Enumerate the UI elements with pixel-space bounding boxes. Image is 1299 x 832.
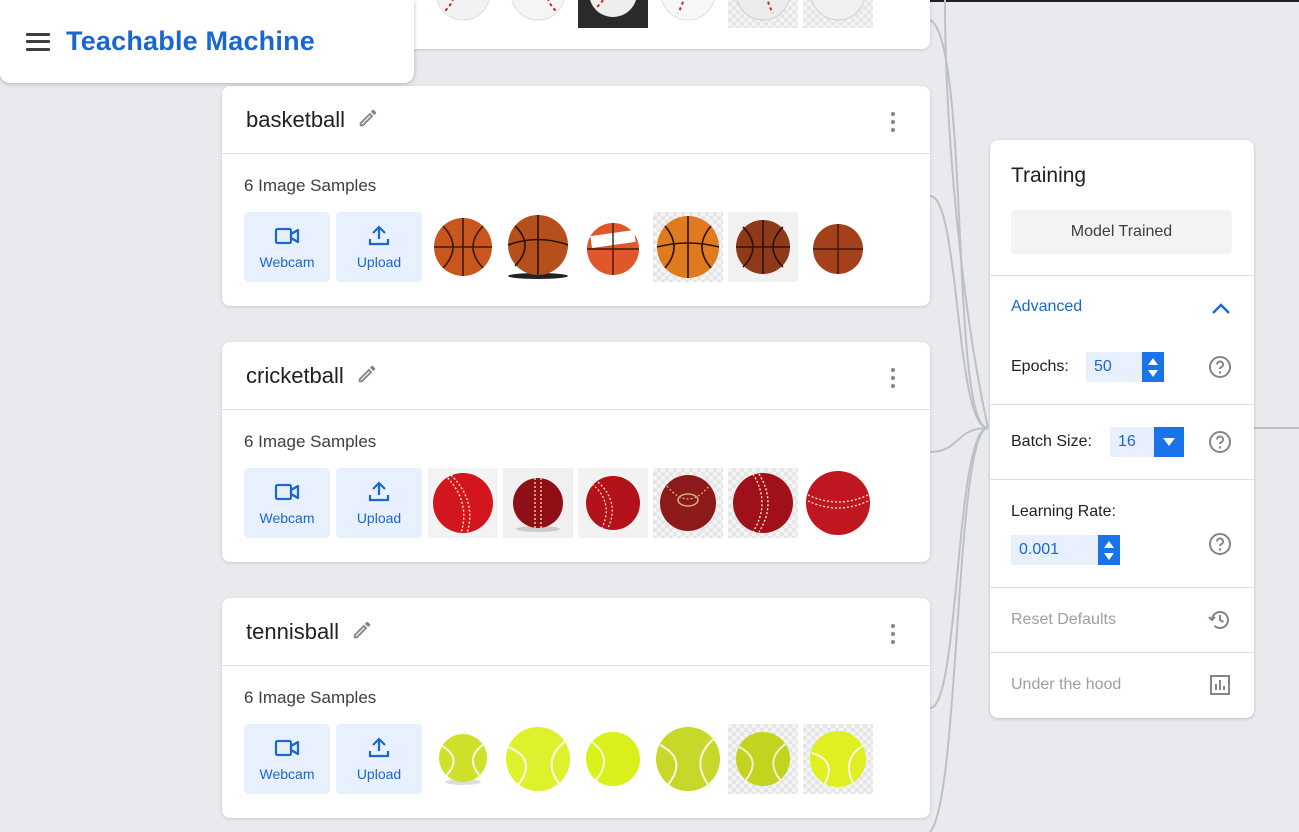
learning-rate-stepper[interactable] [1098, 535, 1120, 565]
sample-thumbnail[interactable] [503, 468, 573, 538]
upload-icon [368, 737, 390, 758]
under-the-hood-button[interactable]: Under the hood [1011, 676, 1121, 694]
train-model-button[interactable]: Model Trained [1011, 210, 1232, 254]
webcam-button[interactable]: Webcam [244, 212, 330, 282]
app-title[interactable]: Teachable Machine [66, 26, 315, 57]
divider [990, 404, 1254, 405]
divider [990, 479, 1254, 480]
class-name[interactable]: tennisball [246, 619, 339, 645]
divider [990, 587, 1254, 588]
sample-thumbnail[interactable] [653, 0, 723, 28]
webcam-label: Webcam [259, 510, 315, 526]
sample-thumbnail[interactable] [578, 212, 648, 282]
bar-chart-icon[interactable] [1208, 673, 1232, 697]
epochs-input[interactable]: 50 [1086, 352, 1142, 382]
class-card-tennisball: tennisball 6 Image Samples Webcam Upload [222, 598, 930, 818]
class-card-basketball: basketball 6 Image Samples Webcam Upload [222, 86, 930, 306]
sample-thumbnail[interactable] [503, 212, 573, 282]
sample-thumbnail[interactable] [728, 468, 798, 538]
sample-thumbnail[interactable] [428, 0, 498, 28]
divider [990, 275, 1254, 276]
upload-label: Upload [356, 510, 402, 526]
sample-thumbnail[interactable] [428, 468, 498, 538]
advanced-toggle[interactable]: Advanced [1011, 298, 1082, 316]
class-card-header: basketball [222, 86, 930, 154]
divider [990, 652, 1254, 653]
chevron-up-icon[interactable] [1210, 300, 1232, 316]
upload-icon [368, 481, 390, 502]
more-options-icon[interactable] [886, 368, 900, 388]
menu-icon[interactable] [26, 32, 50, 51]
sample-thumbnail[interactable] [578, 468, 648, 538]
edit-pencil-icon[interactable] [356, 363, 378, 385]
epochs-stepper[interactable] [1142, 352, 1164, 382]
dropdown-arrow-icon[interactable] [1154, 427, 1184, 457]
class-card-header: cricketball [222, 342, 930, 410]
webcam-label: Webcam [259, 254, 315, 270]
more-options-icon[interactable] [886, 624, 900, 644]
sample-count: 6 Image Samples [244, 176, 377, 195]
sample-thumbnail[interactable] [803, 0, 873, 28]
top-border-line [930, 0, 1299, 2]
upload-label: Upload [356, 766, 402, 782]
more-options-icon[interactable] [886, 112, 900, 132]
webcam-button[interactable]: Webcam [244, 724, 330, 794]
sample-thumbnail[interactable] [728, 724, 798, 794]
sample-count: 6 Image Samples [244, 688, 377, 707]
sample-thumbnail[interactable] [803, 212, 873, 282]
sample-thumbnail[interactable] [653, 468, 723, 538]
upload-button[interactable]: Upload [336, 468, 422, 538]
sample-thumbnail[interactable] [578, 724, 648, 794]
sample-thumbnail[interactable] [503, 724, 573, 794]
learning-rate-label: Learning Rate: [1011, 503, 1116, 520]
sample-thumbnail[interactable] [803, 724, 873, 794]
webcam-icon [274, 227, 300, 245]
increment-icon[interactable] [1104, 540, 1114, 548]
training-panel: Training Model Trained Advanced Epochs: … [990, 140, 1254, 718]
decrement-icon[interactable] [1148, 369, 1158, 377]
help-icon[interactable] [1208, 430, 1232, 454]
help-icon[interactable] [1208, 532, 1232, 556]
webcam-icon [274, 483, 300, 501]
edit-pencil-icon[interactable] [357, 107, 379, 129]
sample-thumbnail[interactable] [728, 212, 798, 282]
training-title: Training [1011, 164, 1087, 187]
upload-button[interactable]: Upload [336, 724, 422, 794]
upload-button[interactable]: Upload [336, 212, 422, 282]
sample-count: 6 Image Samples [244, 432, 377, 451]
sample-thumbnail[interactable] [578, 0, 648, 28]
webcam-button[interactable]: Webcam [244, 468, 330, 538]
webcam-label: Webcam [259, 766, 315, 782]
sample-thumbnail[interactable] [503, 0, 573, 28]
sample-thumbnail[interactable] [428, 724, 498, 794]
epochs-label: Epochs: [1011, 358, 1069, 375]
increment-icon[interactable] [1148, 357, 1158, 365]
upload-icon [368, 225, 390, 246]
class-card-header: tennisball [222, 598, 930, 666]
edit-pencil-icon[interactable] [351, 619, 373, 641]
sample-thumbnail[interactable] [653, 212, 723, 282]
sample-thumbnail[interactable] [653, 724, 723, 794]
batch-size-select[interactable]: 16 [1110, 427, 1155, 457]
class-card-cricketball: cricketball 6 Image Samples Webcam Uploa… [222, 342, 930, 562]
batch-size-label: Batch Size: [1011, 433, 1092, 450]
help-icon[interactable] [1208, 355, 1232, 379]
class-name[interactable]: basketball [246, 107, 345, 133]
upload-label: Upload [356, 254, 402, 270]
reset-defaults-button[interactable]: Reset Defaults [1011, 611, 1116, 629]
webcam-icon [274, 739, 300, 757]
sample-thumbnail[interactable] [803, 468, 873, 538]
class-name[interactable]: cricketball [246, 363, 344, 389]
sample-thumbnail[interactable] [728, 0, 798, 28]
learning-rate-input[interactable]: 0.001 [1011, 535, 1098, 565]
decrement-icon[interactable] [1104, 552, 1114, 560]
history-icon[interactable] [1208, 608, 1232, 632]
app-header: Teachable Machine [0, 0, 414, 83]
sample-thumbnail[interactable] [428, 212, 498, 282]
